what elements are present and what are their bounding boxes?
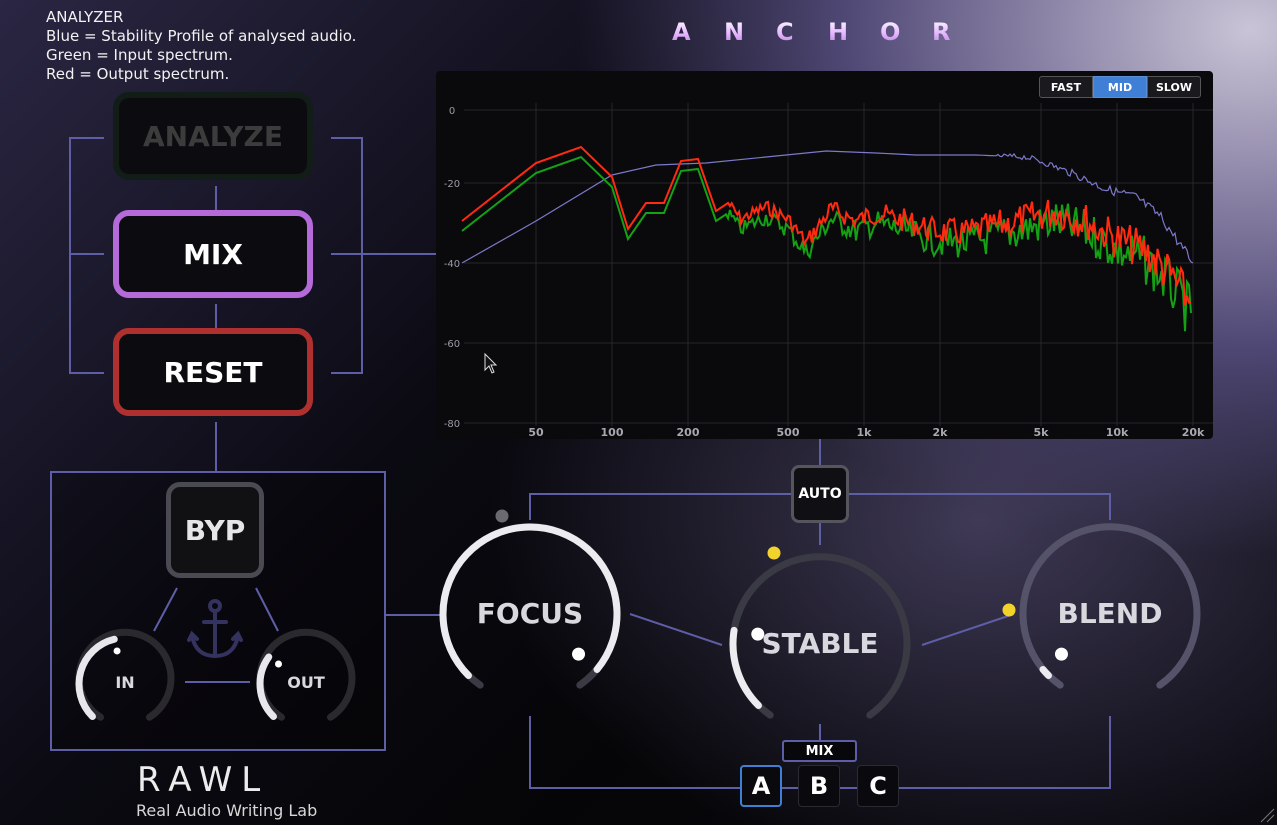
stable-knob-label: STABLE: [761, 627, 879, 660]
stable-indicator-dot: [767, 546, 781, 560]
focus-indicator-dot: [495, 509, 509, 523]
resize-handle-icon[interactable]: [1259, 807, 1275, 823]
auto-button[interactable]: AUTO: [791, 465, 849, 523]
blend-knob-label: BLEND: [1057, 597, 1163, 630]
rawl-tagline: Real Audio Writing Lab: [136, 801, 318, 820]
in-knob-label: IN: [115, 673, 135, 692]
mix-selector-label: MIX: [782, 740, 857, 762]
focus-knob-label: FOCUS: [476, 597, 584, 630]
out-knob-label: OUT: [287, 673, 325, 692]
rawl-logo: RAWL: [137, 760, 270, 800]
mix-slot-b-button[interactable]: B: [798, 765, 840, 807]
mix-slot-c-button[interactable]: C: [857, 765, 899, 807]
mix-slot-a-button[interactable]: A: [740, 765, 782, 807]
blend-indicator-dot: [1002, 603, 1016, 617]
knob-layer: [75, 439, 1201, 789]
